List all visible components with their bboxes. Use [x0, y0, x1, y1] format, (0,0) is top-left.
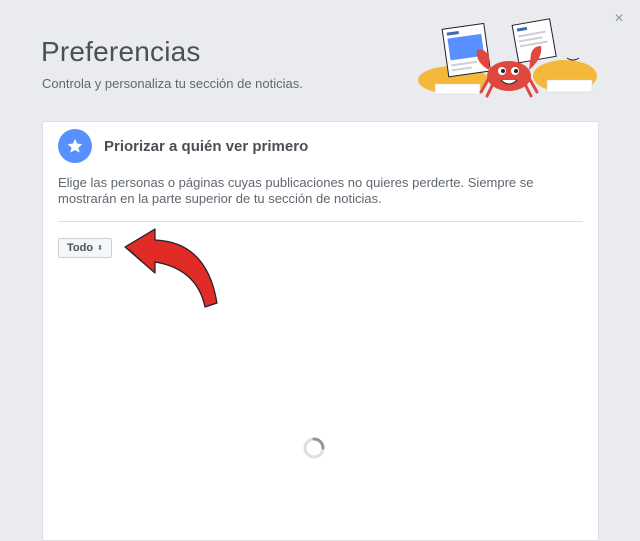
- divider: [58, 221, 583, 222]
- close-icon[interactable]: ×: [612, 11, 626, 27]
- pointer-arrow-icon: [124, 228, 218, 308]
- section-title: Priorizar a quién ver primero: [104, 138, 309, 155]
- filter-dropdown[interactable]: Todo ⬍: [58, 238, 112, 258]
- loading-spinner-icon: [303, 437, 325, 459]
- prioritize-card: Priorizar a quién ver primero Elige las …: [42, 121, 599, 541]
- updown-caret-icon: ⬍: [97, 244, 103, 252]
- crab-illustration: [418, 18, 597, 98]
- page-title: Preferencias: [41, 36, 201, 67]
- filter-label: Todo: [67, 242, 94, 254]
- section-description: Elige las personas o páginas cuyas publi…: [58, 175, 534, 206]
- page-subtitle: Controla y personaliza tu sección de not…: [42, 76, 303, 91]
- star-icon: [58, 129, 92, 163]
